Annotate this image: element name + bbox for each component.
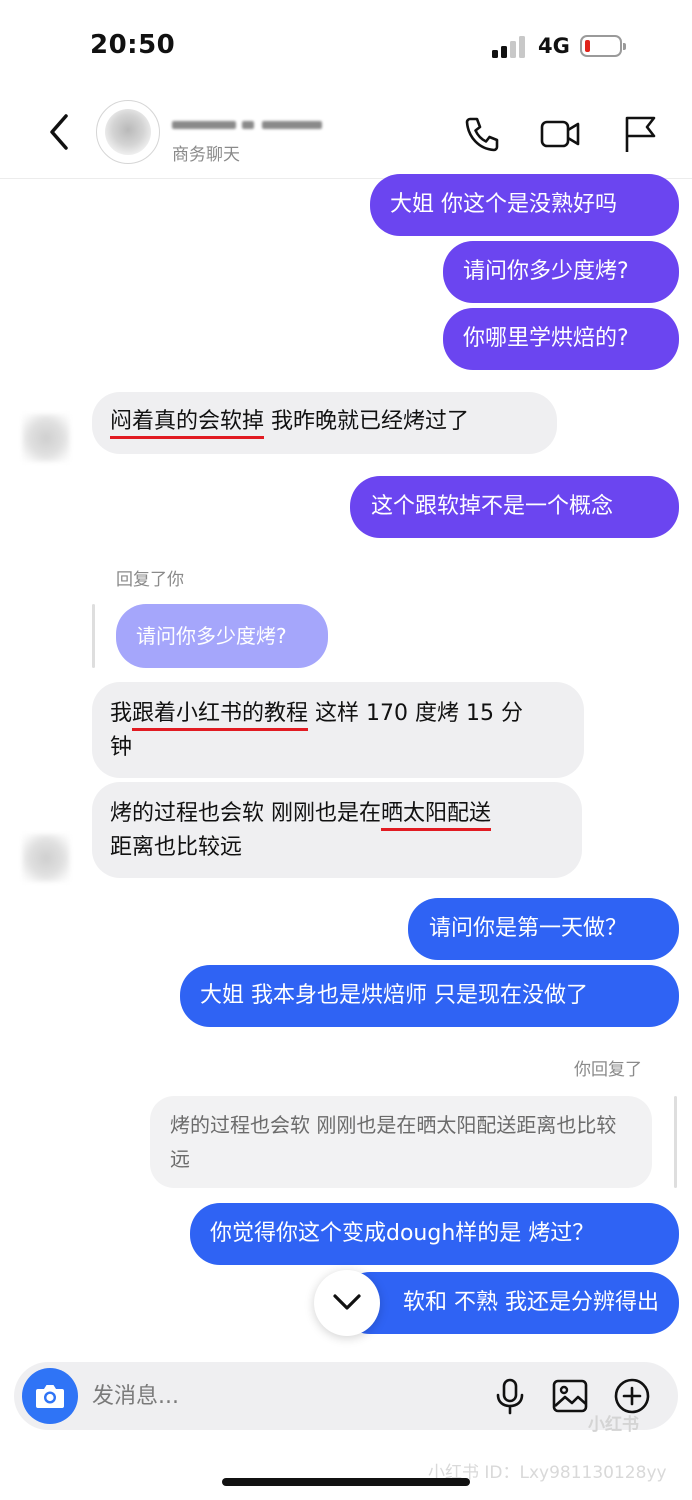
message-outgoing[interactable]: 你觉得你这个变成dough样的是 烤过？ (190, 1203, 679, 1265)
message-text: 距离也比较远 (110, 835, 243, 860)
video-camera-icon (540, 120, 580, 148)
message-text: 烤的过程也会软 刚刚也是在 (110, 801, 381, 826)
voice-call-button[interactable] (460, 112, 504, 156)
chat-header: 商务聊天 (0, 92, 692, 179)
message-text: 这样 170 度烤 15 分 (308, 701, 523, 726)
message-outgoing[interactable]: 请问你多少度烤? (443, 241, 679, 303)
back-button[interactable] (40, 110, 80, 154)
sender-avatar[interactable] (22, 834, 70, 882)
quote-bar (92, 604, 95, 668)
quoted-message[interactable]: 请问你多少度烤? (116, 604, 328, 668)
underlined-text: 跟着小红书的教程 (132, 700, 309, 731)
quoted-message[interactable]: 烤的过程也会软 刚刚也是在晒太阳配送距离也比较远 (150, 1096, 652, 1188)
camera-icon (36, 1385, 64, 1408)
underlined-text: 闷着真的会软掉 (110, 408, 265, 439)
microphone-icon (496, 1378, 524, 1415)
message-text: 我 (110, 701, 133, 726)
message-incoming[interactable]: 烤的过程也会软 刚刚也是在晒太阳配送 距离也比较远 (92, 782, 582, 878)
flag-icon (625, 116, 656, 152)
message-incoming[interactable]: 闷着真的会软掉 我昨晚就已经烤过了 (92, 392, 557, 454)
chat-type-label: 商务聊天 (172, 145, 240, 165)
status-time: 20:50 (90, 30, 176, 60)
reply-label: 你回复了 (574, 1060, 642, 1080)
message-outgoing[interactable]: 这个跟软掉不是一个概念 (350, 476, 679, 538)
message-outgoing[interactable]: 软和 不熟 我还是分辨得出 (340, 1272, 679, 1334)
chevron-down-icon (333, 1294, 361, 1310)
quote-bar (674, 1096, 677, 1188)
gallery-button[interactable] (550, 1376, 590, 1416)
voice-button[interactable] (490, 1376, 530, 1416)
image-icon (552, 1379, 588, 1413)
battery-icon (580, 35, 626, 57)
cellular-signal-icon (492, 36, 528, 58)
reply-label: 回复了你 (116, 570, 184, 590)
network-type: 4G (538, 34, 570, 58)
contact-avatar[interactable] (96, 100, 160, 164)
scroll-to-bottom-button[interactable] (314, 1270, 380, 1336)
message-outgoing[interactable]: 你哪里学烘焙的? (443, 308, 679, 370)
home-indicator (222, 1478, 470, 1486)
video-call-button[interactable] (538, 112, 582, 156)
phone-icon (465, 117, 499, 152)
back-chevron-icon (50, 114, 68, 150)
message-outgoing[interactable]: 请问你是第一天做？ (408, 898, 679, 960)
contact-name-redacted[interactable] (172, 112, 322, 134)
message-input[interactable] (92, 1378, 472, 1414)
message-outgoing[interactable]: 大姐 你这个是没熟好吗 (370, 174, 679, 236)
message-text: 我昨晚就已经烤过了 (264, 409, 470, 434)
message-composer (14, 1362, 678, 1430)
message-text: 钟 (110, 735, 133, 760)
watermark-logo: 小红书 (588, 1415, 639, 1435)
message-outgoing[interactable]: 大姐 我本身也是烘焙师 只是现在没做了 (180, 965, 679, 1027)
sender-avatar[interactable] (22, 414, 70, 462)
message-incoming[interactable]: 我跟着小红书的教程 这样 170 度烤 15 分 钟 (92, 682, 584, 778)
underlined-text: 晒太阳配送 (381, 800, 492, 831)
camera-button[interactable] (22, 1368, 78, 1424)
report-button[interactable] (618, 112, 662, 156)
